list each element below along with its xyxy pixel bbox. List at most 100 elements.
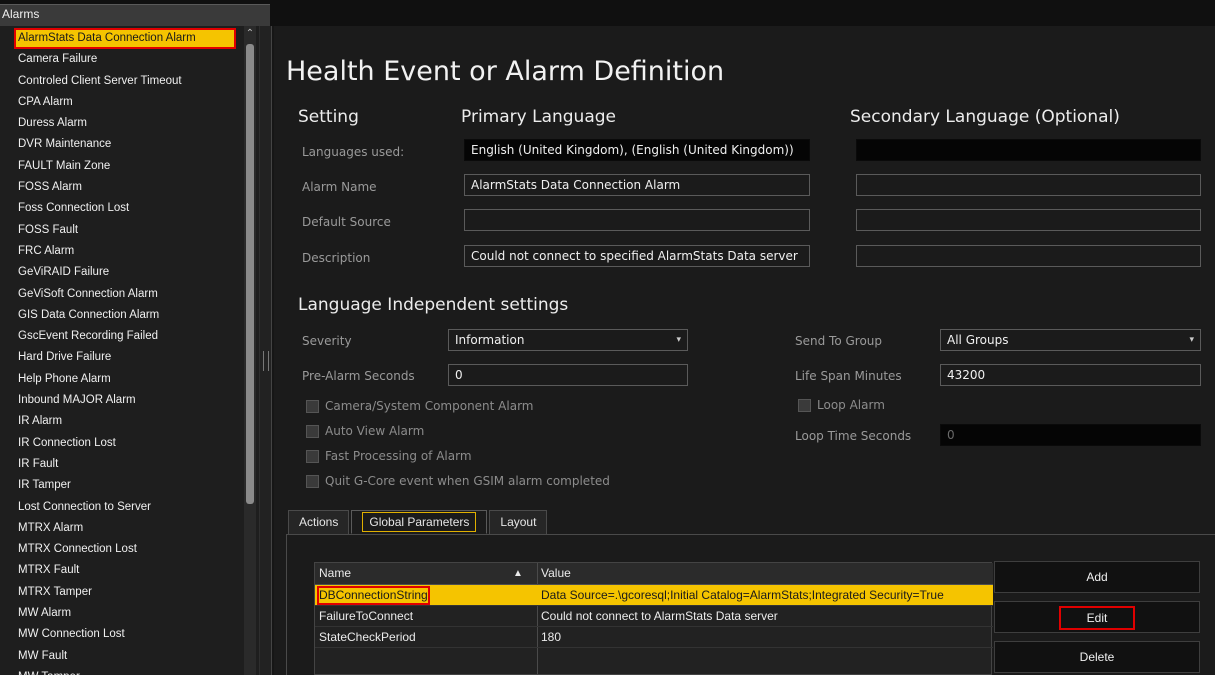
name-column-header[interactable]: Name (319, 563, 351, 584)
languages-primary-field: English (United Kingdom), (English (Unit… (464, 139, 810, 161)
checkbox-icon[interactable] (306, 400, 319, 413)
description-secondary-input[interactable] (856, 245, 1201, 267)
option-checkbox[interactable]: Fast Processing of Alarm (306, 447, 610, 465)
description-primary-input[interactable]: Could not connect to specified AlarmStat… (464, 245, 810, 267)
alarm-name-secondary-input[interactable] (856, 174, 1201, 196)
alarm-list-item[interactable]: Controled Client Server Timeout (0, 71, 244, 92)
option-checkbox-label: Fast Processing of Alarm (325, 449, 472, 463)
alarm-options-checkboxes: Camera/System Component Alarm Auto View A… (306, 397, 610, 497)
default-source-secondary-input[interactable] (856, 209, 1201, 231)
option-checkbox[interactable]: Camera/System Component Alarm (306, 397, 610, 415)
sort-ascending-icon[interactable]: ▲ (513, 563, 523, 584)
tab-actions[interactable]: Actions (288, 510, 350, 534)
global-parameters-table: Name ▲ Value DBConnectionString Data Sour… (314, 562, 993, 675)
checkbox-icon[interactable] (798, 399, 811, 412)
alarm-list-item[interactable]: GscEvent Recording Failed (0, 326, 244, 347)
alarm-list-item[interactable]: FOSS Alarm (0, 177, 244, 198)
alarm-list-item[interactable]: IR Fault (0, 454, 244, 475)
param-value-cell[interactable]: 180 (541, 627, 991, 648)
loop-time-seconds-label: Loop Time Seconds (795, 429, 912, 443)
setting-header: Setting (298, 107, 359, 127)
severity-dropdown[interactable]: Information ▾ (448, 329, 688, 351)
scrollbar-thumb[interactable] (246, 44, 254, 504)
alarm-list-item[interactable]: FRC Alarm (0, 241, 244, 262)
alarm-name-primary-input[interactable]: AlarmStats Data Connection Alarm (464, 174, 810, 196)
alarm-list-panel: AlarmStats Data Connection Alarm Camera F… (0, 26, 260, 675)
param-value-cell[interactable]: Could not connect to AlarmStats Data ser… (541, 606, 991, 627)
alarm-list-item[interactable]: MTRX Alarm (0, 518, 244, 539)
alarm-list-item[interactable]: MW Fault (0, 646, 244, 667)
alarm-list-item[interactable]: AlarmStats Data Connection Alarm (14, 28, 236, 50)
table-row[interactable]: FailureToConnect Could not connect to Ala… (315, 606, 993, 627)
description-label: Description (302, 251, 371, 265)
alarm-list-item[interactable]: Hard Drive Failure (0, 347, 244, 368)
option-checkbox[interactable]: Quit G-Core event when GSIM alarm comple… (306, 472, 610, 490)
alarm-list-item[interactable]: IR Alarm (0, 411, 244, 432)
window-title: Alarms (2, 7, 40, 21)
alarm-list-item[interactable]: MW Connection Lost (0, 624, 244, 645)
tab-global-parameters[interactable]: Global Parameters (351, 510, 488, 534)
edit-button-label: Edit (1059, 605, 1135, 630)
loop-alarm-checkbox[interactable]: Loop Alarm (798, 396, 885, 414)
alarms-tab[interactable]: Alarms (0, 4, 270, 26)
alarm-list-item[interactable]: MW Alarm (0, 603, 244, 624)
default-source-label: Default Source (302, 215, 391, 229)
send-to-group-dropdown[interactable]: All Groups ▾ (940, 329, 1201, 351)
alarm-list-item[interactable]: MTRX Tamper (0, 582, 244, 603)
option-checkbox[interactable]: Auto View Alarm (306, 422, 610, 440)
splitter-grip-icon[interactable] (263, 351, 269, 371)
alarm-list-item[interactable]: GeViRAID Failure (0, 262, 244, 283)
checkbox-icon[interactable] (306, 425, 319, 438)
checkbox-icon[interactable] (306, 450, 319, 463)
alarm-list: AlarmStats Data Connection Alarm Camera F… (0, 28, 244, 675)
param-value-cell[interactable]: Data Source=.\gcoresql;Initial Catalog=A… (541, 585, 991, 606)
tab-label: Global Parameters (362, 512, 477, 532)
checkbox-icon[interactable] (306, 475, 319, 488)
alarm-list-item[interactable]: MW Tamper (0, 667, 244, 675)
life-span-minutes-label: Life Span Minutes (795, 369, 902, 383)
alarm-list-item[interactable]: IR Tamper (0, 475, 244, 496)
alarm-name-label: Alarm Name (302, 180, 377, 194)
alarm-list-item[interactable]: FAULT Main Zone (0, 156, 244, 177)
value-column-header[interactable]: Value (541, 563, 571, 584)
alarm-list-item[interactable]: Foss Connection Lost (0, 198, 244, 219)
option-checkbox-label: Quit G-Core event when GSIM alarm comple… (325, 474, 610, 488)
alarm-list-item[interactable]: DVR Maintenance (0, 134, 244, 155)
alarm-list-item[interactable]: MTRX Fault (0, 560, 244, 581)
send-to-group-value: All Groups (947, 333, 1009, 347)
alarm-list-item[interactable]: FOSS Fault (0, 220, 244, 241)
languages-used-label: Languages used: (302, 145, 405, 159)
severity-label: Severity (302, 334, 352, 348)
secondary-language-header: Secondary Language (Optional) (850, 107, 1120, 127)
delete-button[interactable]: Delete (994, 641, 1200, 673)
edit-button[interactable]: Edit (994, 601, 1200, 633)
tab-layout[interactable]: Layout (489, 510, 548, 534)
definition-tabs: Actions Global Parameters Layout (288, 510, 548, 534)
add-button[interactable]: Add (994, 561, 1200, 593)
alarm-list-item[interactable]: GIS Data Connection Alarm (0, 305, 244, 326)
pre-alarm-seconds-input[interactable]: 0 (448, 364, 688, 386)
alarm-list-item[interactable]: Camera Failure (0, 49, 244, 70)
alarm-list-item[interactable]: CPA Alarm (0, 92, 244, 113)
alarm-list-item[interactable]: GeViSoft Connection Alarm (0, 284, 244, 305)
table-header: Name ▲ Value (315, 563, 993, 585)
sidebar-scrollbar[interactable]: ⌃ (244, 26, 256, 675)
loop-alarm-label: Loop Alarm (817, 398, 885, 412)
alarm-list-item[interactable]: Lost Connection to Server (0, 497, 244, 518)
alarm-list-item[interactable]: IR Connection Lost (0, 433, 244, 454)
scroll-up-icon[interactable]: ⌃ (244, 28, 256, 40)
alarm-list-item[interactable]: MTRX Connection Lost (0, 539, 244, 560)
alarm-list-item[interactable]: Inbound MAJOR Alarm (0, 390, 244, 411)
param-name-cell[interactable]: DBConnectionString (317, 586, 430, 605)
option-checkbox-label: Camera/System Component Alarm (325, 399, 534, 413)
param-name-cell[interactable]: StateCheckPeriod (319, 627, 416, 648)
alarm-list-item[interactable]: Help Phone Alarm (0, 369, 244, 390)
chevron-down-icon: ▾ (676, 335, 681, 345)
table-row[interactable]: StateCheckPeriod 180 (315, 627, 993, 648)
param-name-cell[interactable]: FailureToConnect (319, 606, 413, 627)
table-row[interactable]: DBConnectionString Data Source=.\gcoresql… (315, 585, 993, 606)
default-source-primary-input[interactable] (464, 209, 810, 231)
alarm-list-item[interactable]: Duress Alarm (0, 113, 244, 134)
life-span-minutes-input[interactable]: 43200 (940, 364, 1201, 386)
panel-splitter[interactable] (260, 26, 272, 675)
